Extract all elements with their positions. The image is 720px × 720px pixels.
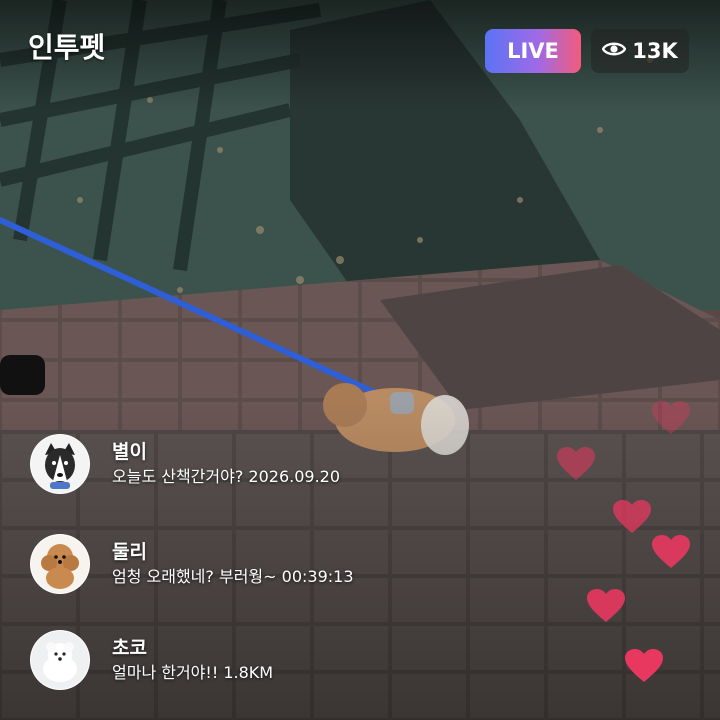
viewer-count-value: 13K [632,39,678,63]
eye-icon [601,39,627,63]
live-stream-screen: 인투펫 LIVE 13K 별이 오늘도 산책간거야? 2026.09.20 둘리… [0,0,720,720]
heart-icon [624,648,664,684]
chat-username: 둘리 [112,541,147,563]
chat-text: 오늘도 산책간거야? 2026.09.20 [112,467,341,486]
heart-icon [651,534,691,570]
chat-message: 초코 얼마나 한거야!! 1.8KM [30,630,273,690]
chat-username: 초코 [112,637,147,659]
live-badge: LIVE [485,29,581,73]
chat-username: 별이 [112,441,147,463]
heart-icon [651,400,691,436]
chat-message: 별이 오늘도 산책간거야? 2026.09.20 [30,434,340,494]
chat-text: 얼마나 한거야!! 1.8KM [112,663,274,682]
chat-message: 둘리 엄청 오래했네? 부러웡~ 00:39:13 [30,534,354,594]
chat-text: 엄청 오래했네? 부러웡~ 00:39:13 [112,567,354,586]
heart-icon [612,499,652,535]
heart-icon [556,446,596,482]
app-logo: 인투펫 [28,31,106,64]
white-dog-avatar[interactable] [30,630,90,690]
poodle-avatar[interactable] [30,534,90,594]
husky-avatar[interactable] [30,434,90,494]
viewer-count: 13K [591,29,689,73]
heart-icon [586,588,626,624]
